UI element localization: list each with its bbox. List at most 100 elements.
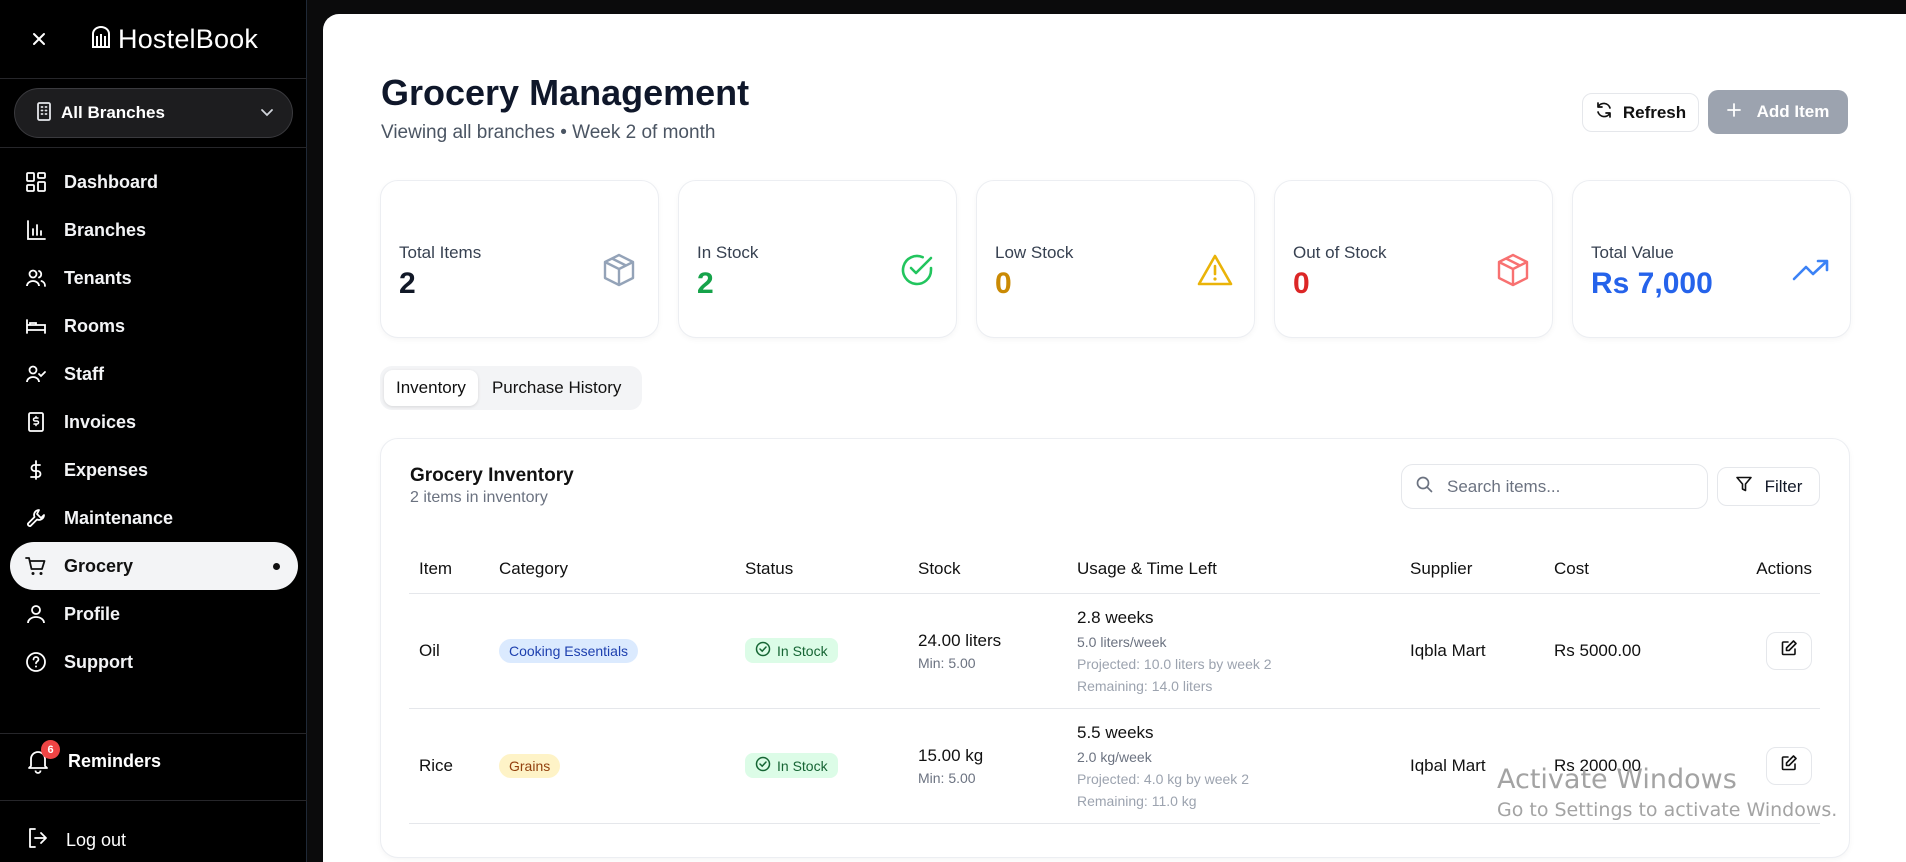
sidebar-item-support[interactable]: Support — [10, 638, 298, 686]
sidebar-item-label: Rooms — [64, 315, 126, 336]
inventory-subtitle: 2 items in inventory — [410, 489, 548, 506]
add-item-label: Add Item — [1756, 102, 1830, 121]
stat-label: Low Stock — [995, 243, 1074, 262]
hostel-logo-icon — [90, 25, 112, 54]
stock-cell: 24.00 liters Min: 5.00 — [908, 593, 1067, 709]
stat-card-out-of-stock: Out of Stock 0 — [1274, 180, 1553, 338]
reminders-button[interactable]: 6 Reminders — [26, 740, 162, 774]
column-header[interactable]: Actions — [1724, 545, 1820, 594]
wrench-icon — [24, 506, 48, 530]
view-tabs: Inventory Purchase History — [380, 366, 642, 410]
item-name: Rice — [409, 708, 489, 824]
active-indicator — [273, 562, 280, 570]
status-label: In Stock — [777, 642, 828, 659]
edit-icon — [1780, 639, 1798, 662]
column-header[interactable]: Supplier — [1400, 545, 1544, 594]
sidebar-item-label: Branches — [64, 219, 147, 240]
sidebar-item-label: Staff — [64, 363, 104, 384]
logout-label: Log out — [66, 830, 127, 850]
help-icon — [24, 650, 48, 674]
actions-cell — [1724, 593, 1820, 709]
branch-select-label: All Branches — [61, 103, 165, 122]
sidebar-item-label: Maintenance — [64, 507, 174, 528]
check-circle-icon — [755, 756, 771, 775]
refresh-button[interactable]: Refresh — [1582, 93, 1699, 132]
status-label: In Stock — [777, 757, 828, 774]
usage-cell: 2.8 weeks 5.0 liters/week Projected: 10.… — [1067, 593, 1400, 709]
check-circle-icon — [755, 641, 771, 660]
usage-rate: 5.0 liters/week — [1077, 633, 1167, 650]
branch-select[interactable]: All Branches — [14, 88, 293, 138]
search-input[interactable] — [1447, 476, 1687, 497]
logout-button[interactable]: Log out — [26, 826, 126, 855]
filter-button[interactable]: Filter — [1717, 467, 1820, 506]
cart-icon — [24, 554, 48, 578]
usage-remaining: Remaining: 14.0 liters — [1077, 677, 1213, 694]
main-content: Grocery Management Viewing all branches … — [323, 14, 1906, 862]
dashboard-icon — [24, 170, 48, 194]
sidebar-header: HostelBook — [0, 0, 306, 78]
stat-value: 2 — [399, 267, 416, 300]
status-cell: In Stock — [735, 708, 908, 824]
reminders-label: Reminders — [68, 750, 162, 771]
plus-icon — [1726, 102, 1741, 122]
divider — [0, 733, 307, 734]
page-subtitle: Viewing all branches • Week 2 of month — [381, 122, 716, 143]
edit-button[interactable] — [1766, 631, 1812, 670]
sidebar-item-label: Tenants — [64, 267, 132, 288]
add-item-button[interactable]: Add Item — [1708, 90, 1848, 134]
column-header[interactable]: Status — [735, 545, 908, 594]
close-icon[interactable] — [28, 28, 50, 50]
filter-icon — [1735, 475, 1753, 498]
sidebar-item-staff[interactable]: Staff — [10, 350, 298, 398]
dollar-icon — [24, 458, 48, 482]
stats-row: Total Items 2 In Stock 2 Low Stock 0 Out… — [380, 180, 1851, 338]
user-icon — [24, 602, 48, 626]
category-badge: Grains — [499, 753, 561, 778]
divider — [0, 800, 307, 801]
brand[interactable]: HostelBook — [90, 24, 258, 55]
chevron-down-icon — [260, 104, 274, 122]
column-header[interactable]: Usage & Time Left — [1067, 545, 1400, 594]
stat-value: 2 — [697, 267, 714, 300]
table-row[interactable]: Oil Cooking Essentials In Stock 24.00 li… — [409, 593, 1820, 709]
supplier: Iqbla Mart — [1400, 593, 1544, 709]
sidebar-item-branches[interactable]: Branches — [10, 206, 298, 254]
status-badge: In Stock — [745, 753, 838, 778]
sidebar-item-dashboard[interactable]: Dashboard — [10, 158, 298, 206]
sidebar-item-label: Expenses — [64, 459, 149, 480]
column-header[interactable]: Stock — [908, 545, 1067, 594]
stat-value: 0 — [995, 267, 1012, 300]
stock-minimum: Min: 5.00 — [918, 654, 976, 671]
refresh-label: Refresh — [1622, 102, 1687, 122]
stat-label: Total Items — [399, 243, 482, 262]
category-badge: Cooking Essentials — [499, 638, 639, 663]
reminders-count-badge: 6 — [41, 740, 60, 759]
column-header[interactable]: Cost — [1544, 545, 1724, 594]
sidebar-item-grocery[interactable]: Grocery — [10, 542, 298, 590]
stat-card-total-items: Total Items 2 — [380, 180, 659, 338]
page-title: Grocery Management — [381, 72, 750, 113]
status-badge: In Stock — [745, 638, 838, 663]
tab-purchase-history[interactable]: Purchase History — [480, 370, 633, 406]
sidebar-item-label: Invoices — [64, 411, 137, 432]
windows-activation-watermark: Activate Windows Go to Settings to activ… — [1497, 764, 1837, 821]
logout-icon — [26, 826, 50, 855]
sidebar-item-invoices[interactable]: Invoices — [10, 398, 298, 446]
sidebar-item-tenants[interactable]: Tenants — [10, 254, 298, 302]
sidebar-item-profile[interactable]: Profile — [10, 590, 298, 638]
sidebar-item-expenses[interactable]: Expenses — [10, 446, 298, 494]
status-cell: In Stock — [735, 593, 908, 709]
trending-up-icon — [1792, 251, 1830, 289]
tab-inventory[interactable]: Inventory — [384, 370, 478, 406]
column-header[interactable]: Category — [489, 545, 735, 594]
sidebar-item-label: Dashboard — [64, 171, 159, 192]
watermark-title: Activate Windows — [1497, 764, 1737, 795]
sidebar-item-rooms[interactable]: Rooms — [10, 302, 298, 350]
category-cell: Cooking Essentials — [489, 593, 735, 709]
search-box — [1401, 464, 1708, 509]
column-header[interactable]: Item — [409, 545, 489, 594]
brand-name: HostelBook — [118, 23, 259, 54]
check-circle-icon — [898, 251, 936, 289]
sidebar-item-maintenance[interactable]: Maintenance — [10, 494, 298, 542]
